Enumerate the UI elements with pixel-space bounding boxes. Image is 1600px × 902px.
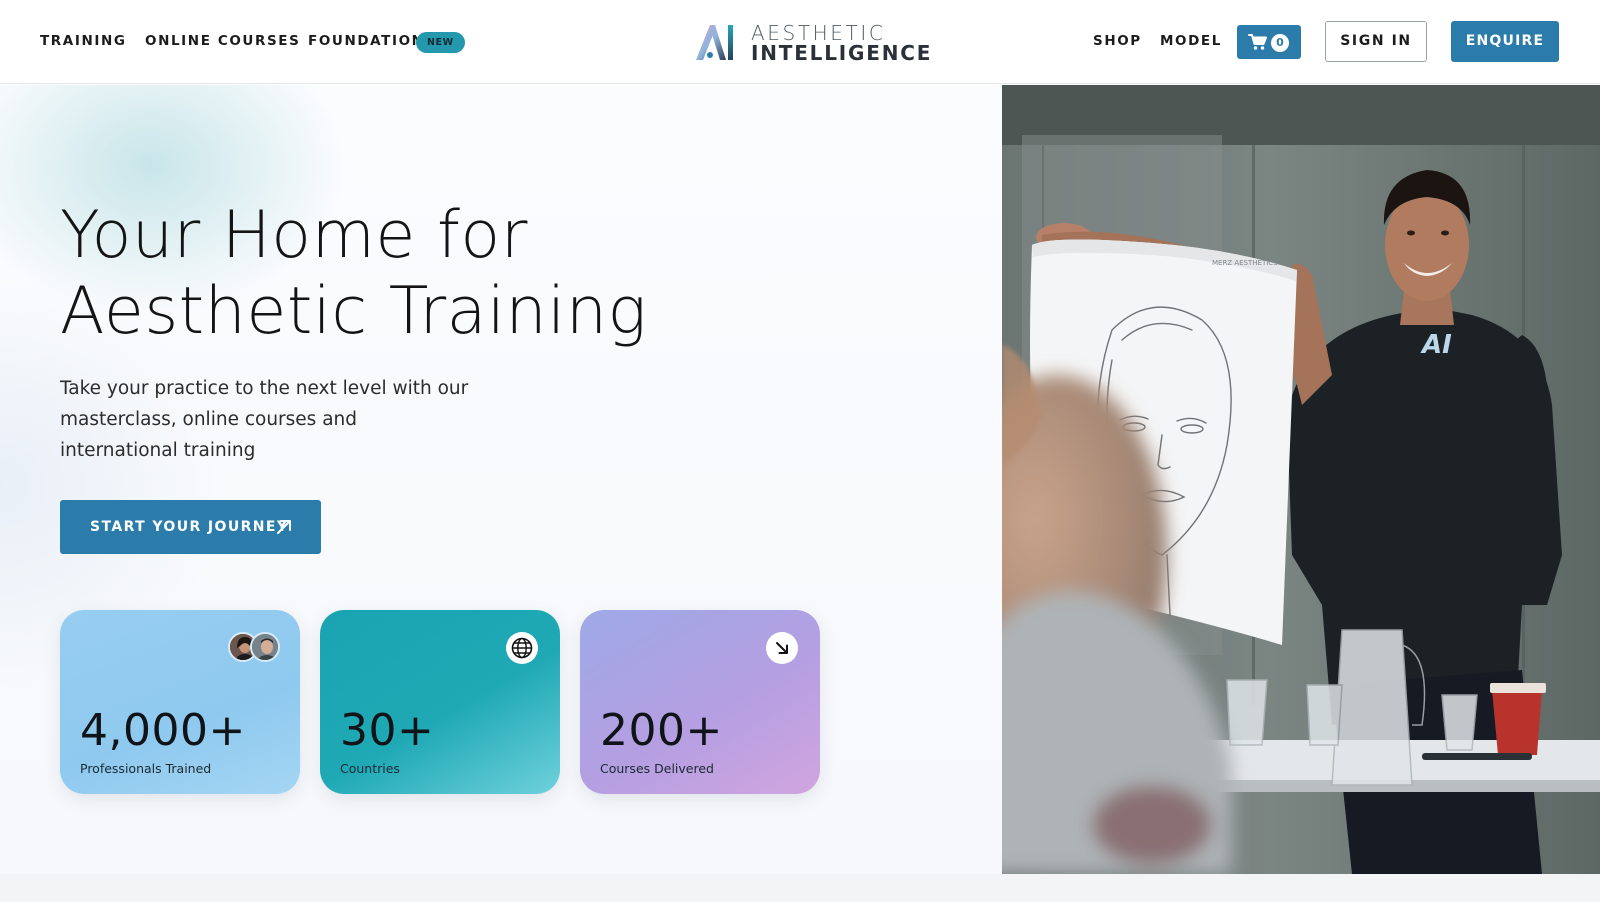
section-divider — [0, 874, 1600, 902]
logo-text-intelligence: INTELLIGENCE — [751, 41, 933, 65]
stat-label-professionals: Professionals Trained — [80, 761, 212, 776]
cart-button[interactable]: 0 — [1237, 25, 1301, 59]
new-badge: NEW — [416, 32, 465, 53]
stat-value-professionals: 4,000+ — [80, 705, 246, 756]
stat-value-countries: 30+ — [340, 705, 435, 756]
nav-shop[interactable]: SHOP — [1093, 33, 1142, 49]
cart-icon — [1248, 34, 1267, 50]
start-journey-label: START YOUR JOURNEY — [90, 519, 289, 535]
hero-photo: AI MERZ AESTHETICS — [1002, 85, 1600, 874]
shirt-logo: AI — [1420, 330, 1452, 360]
trainer-illustration: AI MERZ AESTHETICS — [1002, 85, 1600, 874]
site-header: TRAINING ONLINE COURSES FOUNDATION NEW A… — [0, 0, 1600, 84]
hero-subtitle: Take your practice to the next level wit… — [60, 378, 469, 461]
start-journey-button[interactable]: START YOUR JOURNEY — [60, 500, 321, 554]
enquire-button[interactable]: ENQUIRE — [1451, 21, 1559, 62]
stat-card-countries: 30+ Countries — [320, 610, 560, 794]
stat-card-professionals: 4,000+ Professionals Trained — [60, 610, 300, 794]
sign-in-button[interactable]: SIGN IN — [1325, 21, 1427, 62]
paper-header: MERZ AESTHETICS — [1212, 259, 1278, 267]
avatar — [250, 632, 280, 662]
cart-count-badge: 0 — [1271, 34, 1289, 52]
nav-model[interactable]: MODEL — [1160, 33, 1222, 49]
globe-icon — [506, 632, 538, 664]
stat-card-courses: 200+ Courses Delivered — [580, 610, 820, 794]
nav-online-courses[interactable]: ONLINE COURSES — [145, 33, 300, 49]
logo-mark-icon — [696, 25, 733, 60]
stat-value-courses: 200+ — [600, 705, 723, 756]
hero-title: Your Home for Aesthetic Training — [60, 198, 760, 350]
trainee-avatars — [228, 632, 284, 664]
arrow-down-right-icon — [766, 632, 798, 664]
nav-foundation[interactable]: FOUNDATION — [308, 33, 425, 49]
stat-label-courses: Courses Delivered — [600, 761, 714, 776]
hero-title-line-2: Aesthetic Training — [60, 274, 648, 349]
arrow-up-right-icon — [277, 520, 291, 534]
hero-title-line-1: Your Home for — [60, 198, 528, 273]
nav-training[interactable]: TRAINING — [40, 33, 127, 49]
stat-label-countries: Countries — [340, 761, 400, 776]
logo[interactable]: AESTHETIC INTELLIGENCE — [694, 20, 930, 65]
